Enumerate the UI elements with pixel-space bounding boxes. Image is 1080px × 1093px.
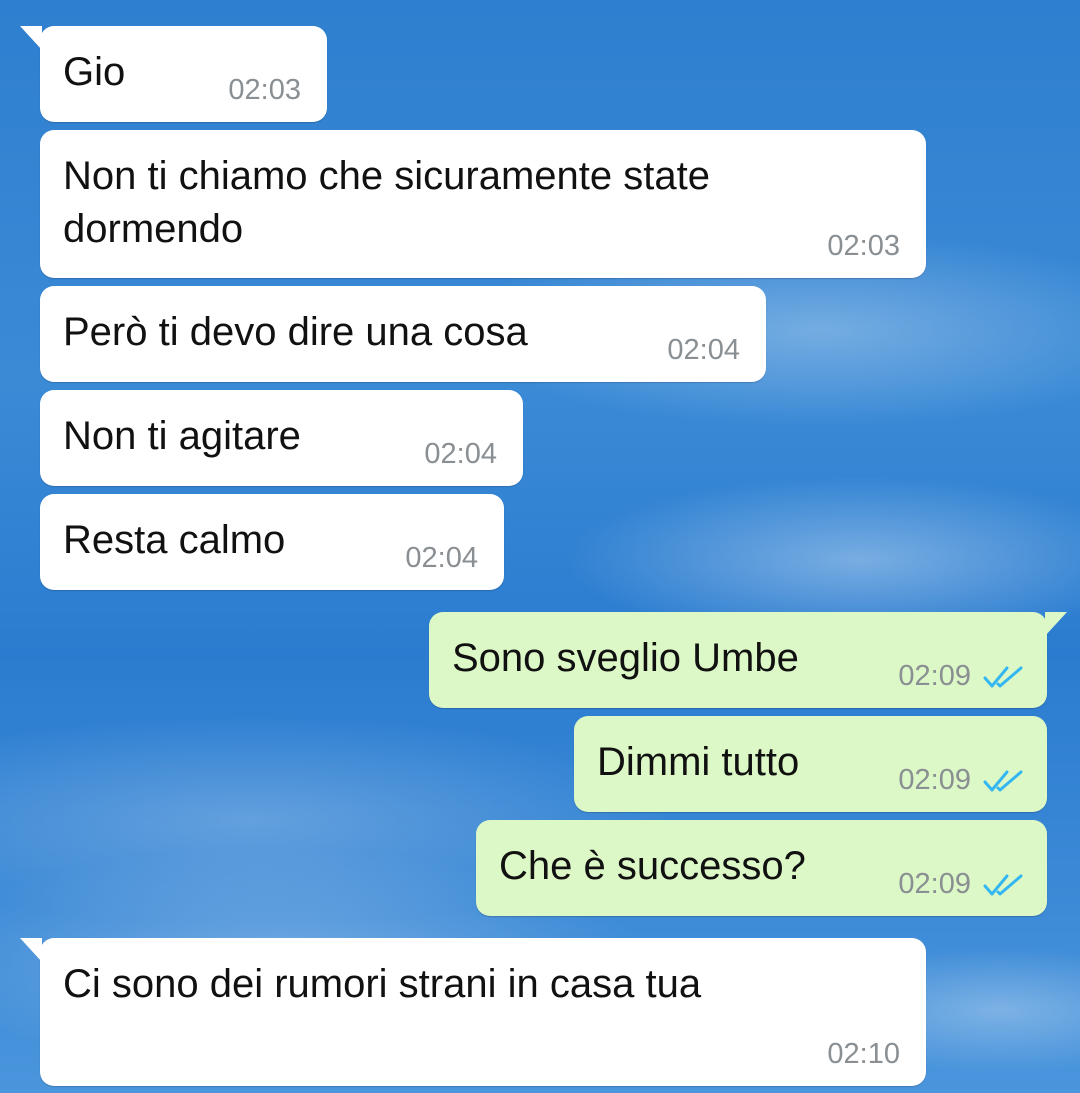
message-bubble-incoming[interactable]: Resta calmo 02:04 — [40, 494, 504, 590]
message-bubble-incoming[interactable]: Gio 02:03 — [20, 26, 327, 122]
message-text: Dimmi tutto — [597, 740, 800, 784]
message-time: 02:04 — [405, 542, 478, 574]
message-bubble-incoming[interactable]: Non ti agitare 02:04 — [40, 390, 523, 486]
message-text: Sono sveglio Umbe — [452, 636, 799, 680]
message-text: Non ti agitare — [63, 414, 301, 458]
message-text: Gio — [63, 50, 126, 94]
message-bubble-outgoing[interactable]: Dimmi tutto 02:09 — [574, 716, 1047, 812]
message-text: Ci sono dei rumori strani in casa tua — [63, 962, 702, 1006]
message-time: 02:04 — [667, 334, 740, 366]
message-time: 02:09 — [898, 764, 971, 796]
message-time: 02:09 — [898, 868, 971, 900]
double-check-icon — [983, 666, 1023, 688]
bubble-tail — [20, 26, 42, 50]
message-bubble-outgoing[interactable]: Sono sveglio Umbe 02:09 — [429, 612, 1067, 708]
message-bubble-incoming[interactable]: Non ti chiamo che sicuramente state dorm… — [40, 130, 926, 278]
message-time: 02:03 — [228, 74, 301, 106]
message-text: Non ti chiamo che sicuramente state dorm… — [63, 154, 710, 251]
bubble-tail — [1045, 612, 1067, 636]
message-time: 02:10 — [827, 1038, 900, 1070]
double-check-icon — [983, 874, 1023, 896]
message-text: Che è successo? — [499, 844, 806, 888]
message-bubble-incoming[interactable]: Però ti devo dire una cosa 02:04 — [40, 286, 766, 382]
message-time: 02:03 — [827, 230, 900, 262]
message-text: Resta calmo — [63, 518, 286, 562]
bubble-tail — [20, 938, 42, 962]
message-bubble-incoming[interactable]: Ci sono dei rumori strani in casa tua 02… — [20, 938, 926, 1086]
message-time: 02:09 — [898, 660, 971, 692]
message-bubble-outgoing[interactable]: Che è successo? 02:09 — [476, 820, 1047, 916]
double-check-icon — [983, 770, 1023, 792]
message-text: Però ti devo dire una cosa — [63, 310, 528, 354]
message-time: 02:04 — [424, 438, 497, 470]
